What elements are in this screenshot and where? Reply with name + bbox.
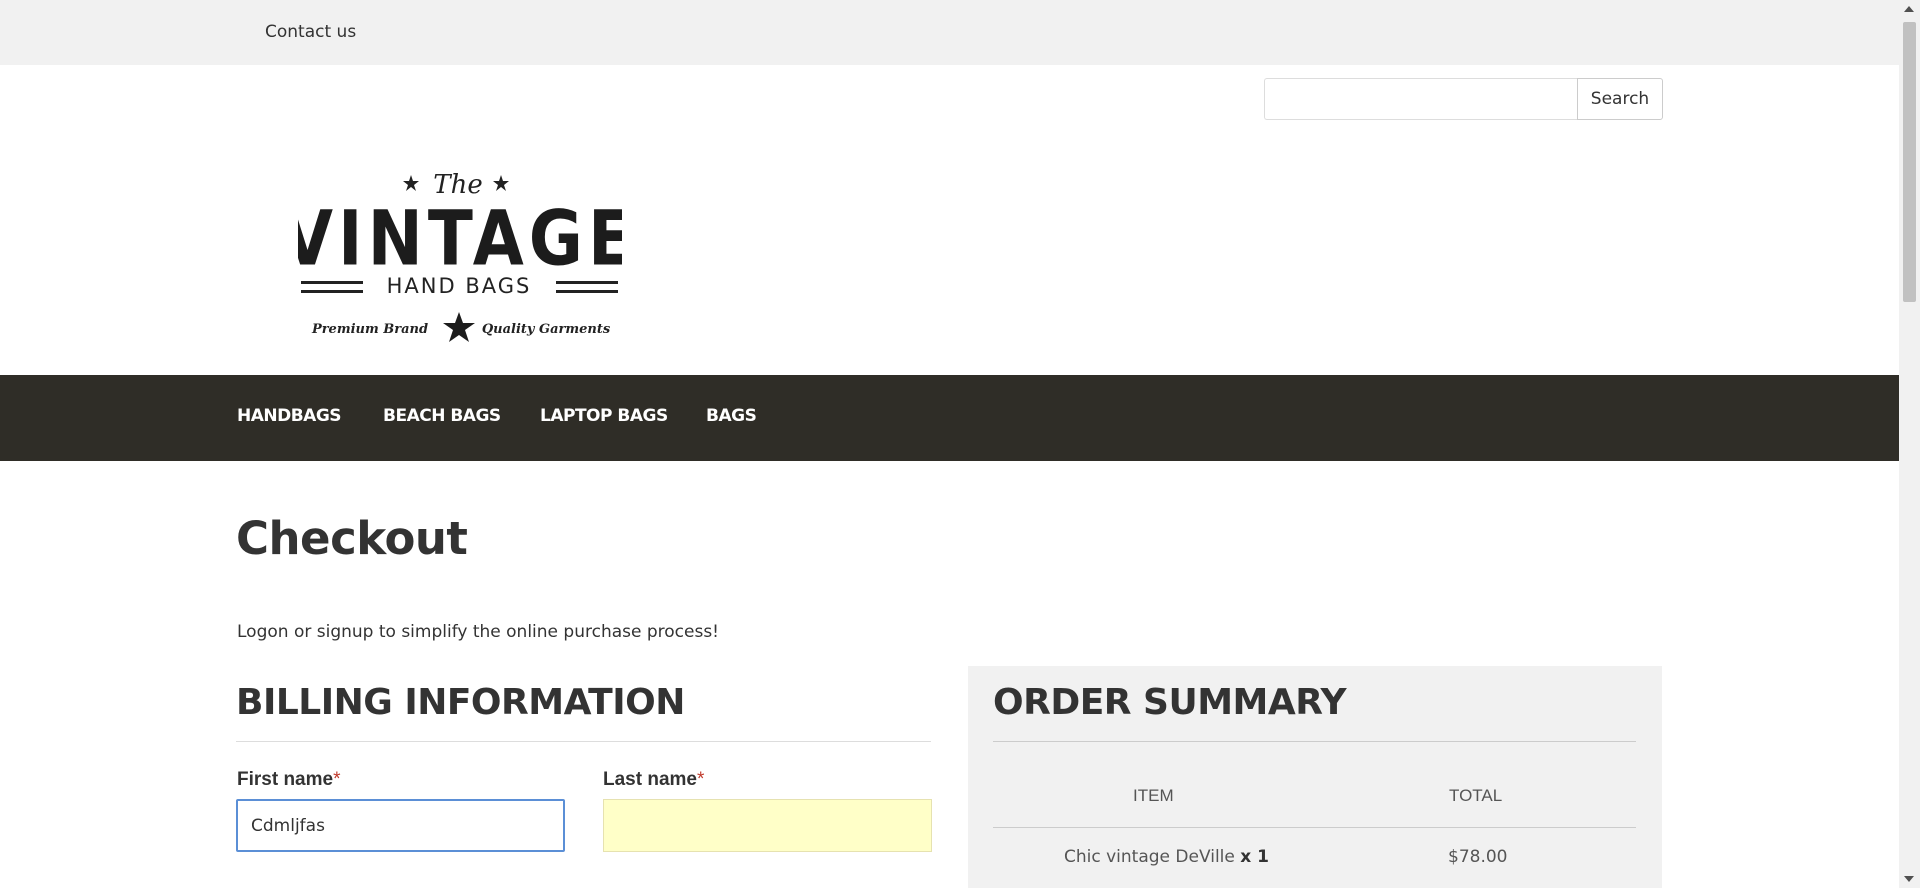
last-name-label-text: Last name [603, 769, 697, 790]
page-scrollbar[interactable] [1899, 0, 1920, 888]
divider [993, 741, 1636, 742]
star-icon [493, 175, 509, 191]
star-icon [443, 312, 475, 342]
nav-item-beach-bags[interactable]: BEACH BAGS [383, 406, 501, 426]
vintage-handbags-logo[interactable]: The VINTAGE HAND BAGS Premium Brand Qual… [298, 115, 622, 355]
item-name: Chic vintage DeVille [1064, 847, 1235, 867]
first-name-field[interactable] [236, 799, 565, 852]
scroll-down-arrow-icon[interactable] [1904, 876, 1914, 882]
first-name-label-text: First name [237, 769, 334, 790]
order-summary-title: ORDER SUMMARY [993, 682, 1347, 723]
top-bar: Contact us [0, 0, 1899, 65]
contact-us-link[interactable]: Contact us [265, 22, 356, 42]
logo-rule [301, 281, 363, 284]
last-name-field[interactable] [603, 799, 932, 852]
nav-item-handbags[interactable]: HANDBAGS [237, 406, 342, 426]
logo-left-text: Premium Brand [311, 322, 428, 337]
billing-title: BILLING INFORMATION [236, 682, 685, 723]
logo-rule [556, 290, 618, 293]
page-title: Checkout [236, 512, 468, 565]
nav-item-bags[interactable]: BAGS [706, 406, 757, 426]
last-name-label: Last name* [603, 769, 704, 791]
site-header: The VINTAGE HAND BAGS Premium Brand Qual… [0, 65, 1899, 375]
required-mark: * [696, 769, 705, 790]
column-header-total: TOTAL [1449, 786, 1503, 805]
search-form: Search [1264, 78, 1663, 120]
logo-right-text: Quality Garments [482, 322, 611, 337]
logo-rule [301, 290, 363, 293]
summary-total-cell: $78.00 [1448, 847, 1508, 867]
search-input[interactable] [1264, 78, 1577, 120]
nav-item-laptop-bags[interactable]: LAPTOP BAGS [540, 406, 668, 426]
summary-item-cell: Chic vintage DeVille x 1 [1064, 847, 1269, 867]
first-name-label: First name* [237, 769, 341, 791]
main-nav: HANDBAGS BEACH BAGS LAPTOP BAGS BAGS [0, 375, 1899, 461]
column-header-item: ITEM [1133, 786, 1174, 805]
divider [993, 827, 1636, 828]
divider [236, 741, 931, 742]
scroll-up-arrow-icon[interactable] [1904, 6, 1914, 12]
item-quantity: x 1 [1240, 847, 1269, 867]
order-summary: ORDER SUMMARY ITEM TOTAL Chic vintage De… [968, 666, 1662, 888]
search-button[interactable]: Search [1577, 78, 1663, 120]
star-icon [403, 175, 419, 191]
logo-main-text: VINTAGE [298, 194, 622, 283]
required-mark: * [333, 769, 341, 790]
logon-message: Logon or signup to simplify the online p… [237, 622, 719, 642]
logo-rule [556, 281, 618, 284]
logo-sub-text: HAND BAGS [387, 274, 532, 298]
scrollbar-thumb[interactable] [1903, 22, 1916, 302]
